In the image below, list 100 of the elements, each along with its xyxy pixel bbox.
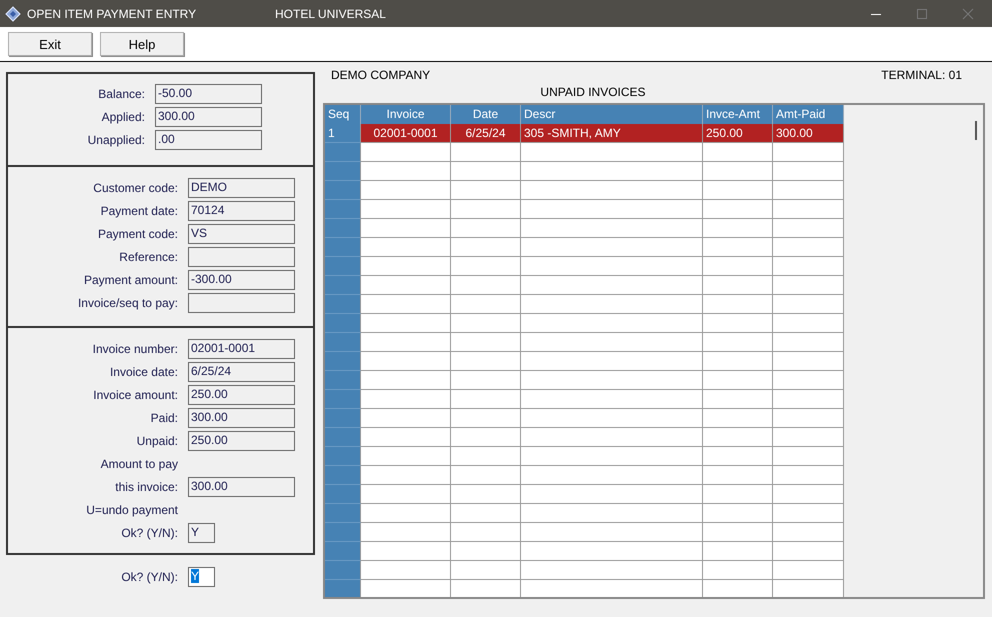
input-field[interactable]: -300.00 bbox=[188, 270, 295, 290]
column-header: Seq bbox=[325, 105, 361, 124]
table-cell bbox=[451, 143, 521, 162]
company-name: DEMO COMPANY bbox=[331, 68, 430, 84]
table-cell bbox=[325, 580, 361, 597]
table-cell bbox=[325, 542, 361, 561]
table-cell bbox=[325, 295, 361, 314]
table-cell bbox=[325, 314, 361, 333]
table-cell bbox=[325, 276, 361, 295]
table-cell bbox=[325, 181, 361, 200]
table-cell bbox=[451, 295, 521, 314]
table-cell bbox=[325, 504, 361, 523]
scrollbar-thumb[interactable] bbox=[975, 121, 977, 140]
table-cell bbox=[451, 162, 521, 181]
field-label: Invoice amount: bbox=[92, 388, 179, 402]
table-cell bbox=[703, 561, 773, 580]
table-cell bbox=[703, 409, 773, 428]
table-cell bbox=[703, 162, 773, 181]
table-cell bbox=[325, 238, 361, 257]
table-cell bbox=[703, 371, 773, 390]
field-label: Customer code: bbox=[92, 181, 179, 195]
table-cell bbox=[325, 390, 361, 409]
app-icon bbox=[5, 6, 21, 22]
field-label: Applied: bbox=[100, 110, 146, 124]
table-cell bbox=[325, 162, 361, 181]
column-header: Descr bbox=[521, 105, 703, 124]
field-label: Invoice date: bbox=[108, 365, 179, 379]
table-cell bbox=[773, 238, 844, 257]
table-cell bbox=[451, 371, 521, 390]
table-cell bbox=[773, 542, 844, 561]
table-cell: 1 bbox=[325, 124, 361, 143]
field-label: Payment amount: bbox=[82, 273, 179, 287]
input-field[interactable] bbox=[188, 293, 295, 313]
input-field[interactable]: 70124 bbox=[188, 201, 295, 221]
input-field[interactable]: 300.00 bbox=[155, 107, 262, 127]
help-button[interactable]: Help bbox=[100, 32, 184, 56]
table-cell bbox=[325, 523, 361, 542]
table-cell bbox=[773, 257, 844, 276]
field-label: Invoice/seq to pay: bbox=[76, 296, 179, 310]
table-cell bbox=[773, 162, 844, 181]
table-cell bbox=[703, 542, 773, 561]
table-cell bbox=[451, 428, 521, 447]
field-label: Unapplied: bbox=[86, 133, 146, 147]
field-label: Ok? (Y/N): bbox=[120, 570, 179, 584]
input-field[interactable]: DEMO bbox=[188, 178, 295, 198]
table-cell bbox=[703, 219, 773, 238]
table-cell bbox=[451, 561, 521, 580]
table-cell bbox=[325, 352, 361, 371]
table-row[interactable]: 1 02001-0001 6/25/24 305 -SMITH, AMY 250.00 300.00 bbox=[325, 124, 844, 143]
table-cell bbox=[325, 200, 361, 219]
table-title: UNPAID INVOICES bbox=[540, 85, 646, 99]
table-cell bbox=[703, 181, 773, 200]
table-cell bbox=[451, 276, 521, 295]
prompt-text: U=undo payment bbox=[85, 503, 179, 517]
input-field[interactable]: VS bbox=[188, 224, 295, 244]
column-header: Amt-Paid bbox=[773, 105, 844, 124]
table-cell bbox=[325, 143, 361, 162]
input-field[interactable] bbox=[188, 247, 295, 267]
input-field[interactable]: -50.00 bbox=[155, 84, 262, 104]
field-label: Unpaid: bbox=[136, 434, 179, 448]
input-field[interactable]: Y bbox=[188, 523, 215, 543]
field-label: Invoice number: bbox=[92, 342, 179, 356]
input-field[interactable]: 250.00 bbox=[188, 385, 295, 405]
table-cell bbox=[703, 143, 773, 162]
field-label: Paid: bbox=[150, 411, 179, 425]
exit-button[interactable]: Exit bbox=[8, 32, 92, 56]
table-cell bbox=[451, 447, 521, 466]
table-cell bbox=[451, 485, 521, 504]
window-title: OPEN ITEM PAYMENT ENTRY bbox=[27, 6, 198, 20]
table-cell bbox=[451, 504, 521, 523]
input-field[interactable]: 250.00 bbox=[188, 431, 295, 451]
table-cell bbox=[773, 314, 844, 333]
table-cell bbox=[451, 466, 521, 485]
input-field[interactable]: 02001-0001 bbox=[188, 339, 295, 359]
field-label: this invoice: bbox=[114, 480, 179, 494]
table-cell bbox=[773, 181, 844, 200]
table-cell bbox=[773, 485, 844, 504]
input-field[interactable]: .00 bbox=[155, 130, 262, 150]
table-cell bbox=[703, 352, 773, 371]
table-cell bbox=[773, 276, 844, 295]
table-cell bbox=[773, 200, 844, 219]
input-field[interactable]: 300.00 bbox=[188, 477, 295, 497]
table-cell bbox=[325, 428, 361, 447]
field-label: Balance: bbox=[97, 87, 146, 101]
input-field[interactable]: 6/25/24 bbox=[188, 362, 295, 382]
field-label: Ok? (Y/N): bbox=[120, 526, 179, 540]
input-field[interactable]: 300.00 bbox=[188, 408, 295, 428]
table-cell bbox=[325, 219, 361, 238]
table-cell bbox=[773, 219, 844, 238]
table-cell bbox=[325, 466, 361, 485]
table-cell bbox=[703, 504, 773, 523]
input-field[interactable]: Y bbox=[188, 567, 215, 587]
field-label: Reference: bbox=[118, 250, 179, 264]
table-cell bbox=[773, 466, 844, 485]
column-header: Date bbox=[451, 105, 521, 124]
table-cell bbox=[451, 238, 521, 257]
table-cell bbox=[703, 314, 773, 333]
table-cell bbox=[451, 542, 521, 561]
table-cell bbox=[773, 428, 844, 447]
table-cell bbox=[325, 333, 361, 352]
